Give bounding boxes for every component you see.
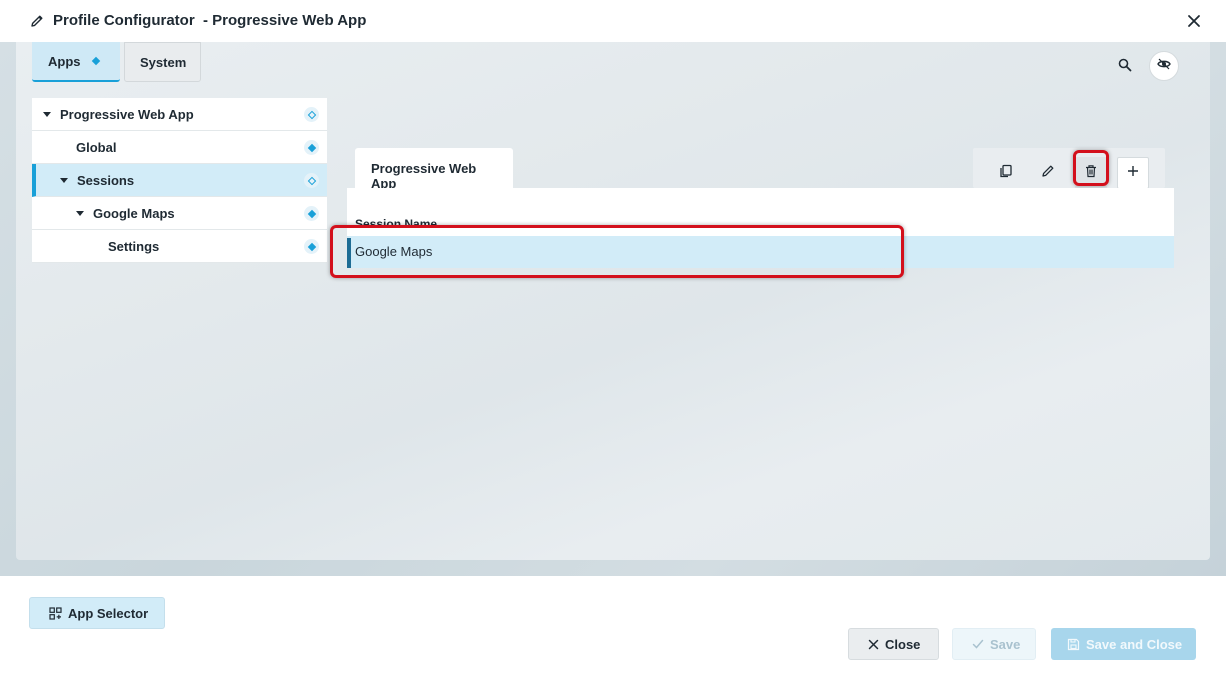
tree-item-settings[interactable]: Settings	[32, 230, 327, 263]
outline-diamond-icon	[304, 107, 319, 122]
close-button[interactable]: Close	[848, 628, 939, 660]
tree-item-google-maps[interactable]: Google Maps	[32, 197, 327, 230]
tree-item-global[interactable]: Global	[32, 131, 327, 164]
trash-icon	[1084, 164, 1098, 183]
search-icon	[1118, 58, 1132, 77]
dialog-title: Profile Configurator - Progressive Web A…	[53, 12, 367, 29]
close-label: Close	[885, 636, 921, 652]
grid-toolbar	[973, 148, 1165, 189]
app-selector-button[interactable]: App Selector	[29, 597, 165, 629]
add-button[interactable]	[1117, 157, 1149, 189]
dialog-footer: App Selector Close Save Save and Close	[0, 576, 1226, 682]
caret-down-icon[interactable]	[76, 210, 84, 216]
sessions-grid: Session Name Google Maps	[347, 188, 1174, 268]
checkmark-icon	[972, 638, 984, 650]
table-row[interactable]: Google Maps	[347, 236, 1174, 268]
close-icon	[868, 639, 879, 650]
close-icon[interactable]	[1186, 13, 1202, 29]
tree-item-sessions[interactable]: Sessions	[32, 164, 327, 197]
tab-apps[interactable]: Apps	[32, 42, 120, 82]
plus-icon	[1126, 164, 1140, 183]
row-selection-bar	[347, 238, 351, 268]
filled-diamond-icon	[304, 206, 319, 221]
caret-down-icon[interactable]	[60, 177, 68, 183]
save-and-close-button[interactable]: Save and Close	[1051, 628, 1196, 660]
profile-tree: Progressive Web App Global Sessions Goog…	[32, 98, 327, 263]
tree-item-progressive-web-app[interactable]: Progressive Web App	[32, 98, 327, 131]
edit-button[interactable]	[1032, 157, 1064, 189]
filled-diamond-icon	[304, 239, 319, 254]
pencil-icon	[30, 14, 44, 28]
content-tab-label: Progressive Web App	[371, 161, 477, 191]
tree-item-label: Sessions	[77, 172, 135, 188]
app-grid-icon	[49, 606, 62, 620]
app-selector-label: App Selector	[68, 605, 149, 621]
tree-item-label: Google Maps	[93, 205, 175, 221]
tab-apps-label: Apps	[48, 53, 81, 69]
pencil-icon	[1041, 164, 1055, 183]
dialog-body: Apps System Progressive Web App Global S…	[0, 42, 1226, 576]
configurator-panel: Apps System Progressive Web App Global S…	[16, 42, 1210, 560]
tree-item-label: Settings	[108, 238, 160, 254]
tree-item-label: Global	[76, 139, 117, 155]
copy-icon	[999, 164, 1013, 183]
visibility-toggle-button[interactable]	[1149, 51, 1179, 81]
column-header-session-name[interactable]: Session Name	[355, 217, 437, 231]
tab-system[interactable]: System	[124, 42, 201, 82]
floppy-disk-icon	[1067, 638, 1080, 651]
modified-diamond-icon	[91, 56, 100, 66]
caret-down-icon[interactable]	[43, 111, 51, 117]
outline-diamond-icon	[304, 173, 319, 188]
delete-button[interactable]	[1075, 157, 1107, 189]
tab-system-label: System	[140, 54, 187, 70]
save-label: Save	[990, 636, 1021, 652]
dialog-titlebar: Profile Configurator - Progressive Web A…	[0, 0, 1226, 42]
search-button[interactable]	[1110, 52, 1140, 82]
save-button[interactable]: Save	[952, 628, 1036, 660]
eye-settings-icon	[1157, 57, 1171, 76]
session-name-cell: Google Maps	[355, 244, 433, 259]
content-tab-progressive-web-app[interactable]: Progressive Web App	[355, 148, 513, 191]
copy-button[interactable]	[990, 157, 1022, 189]
tree-item-label: Progressive Web App	[60, 106, 194, 122]
filled-diamond-icon	[304, 140, 319, 155]
save-and-close-label: Save and Close	[1086, 636, 1183, 652]
